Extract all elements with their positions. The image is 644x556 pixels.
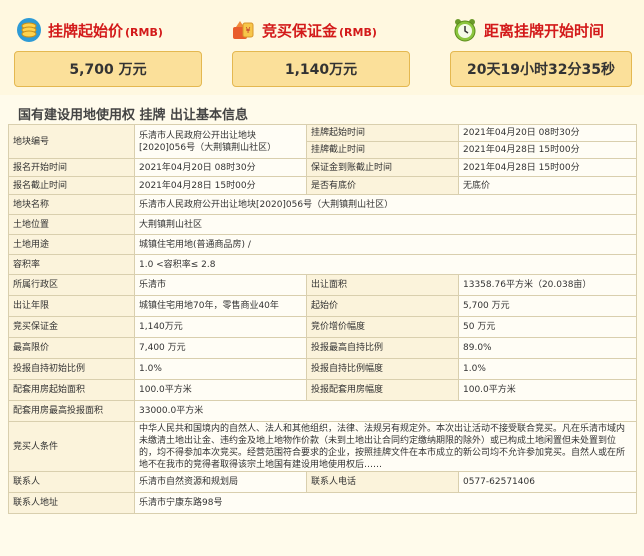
table-label: 竞买保证金 — [8, 316, 135, 338]
table-label: 报名截止时间 — [8, 176, 135, 195]
table-label: 地块编号 — [8, 124, 135, 159]
table-label: 是否有底价 — [306, 176, 459, 195]
table-value: 13358.76平方米（20.038亩） — [458, 274, 637, 296]
table-label: 投报最高自持比例 — [306, 337, 459, 359]
table-label: 起始价 — [306, 295, 459, 317]
table-label: 挂牌截止时间 — [306, 141, 459, 159]
table-value: 2021年04月20日 08时30分 — [458, 124, 637, 142]
table-row: 土地位置 大荆镇荆山社区 — [8, 214, 637, 235]
table-row: 地块编号 乐清市人民政府公开出让地块[2020]056号（大荆镇荆山社区） 挂牌… — [8, 124, 637, 159]
table-label: 联系人电话 — [306, 471, 459, 493]
table-label: 地块名称 — [8, 194, 135, 215]
table-label: 竞价增价幅度 — [306, 316, 459, 338]
table-row: 配套用房最高投报面积 33000.0平方米 — [8, 400, 637, 422]
table-row: 竞买保证金 1,140万元 竞价增价幅度 50 万元 — [8, 316, 637, 338]
table-label: 投报自持初始比例 — [8, 358, 135, 380]
table-label: 投报自持比例幅度 — [306, 358, 459, 380]
table-label: 容积率 — [8, 254, 135, 275]
table-row: 投报自持初始比例 1.0% 投报自持比例幅度 1.0% — [8, 358, 637, 380]
table-value: 大荆镇荆山社区 — [134, 214, 637, 235]
table-value: 乐清市自然资源和规划局 — [134, 471, 307, 493]
table-value: 乐清市 — [134, 274, 307, 296]
deposit-section: ¥ 竞买保证金 (RMB) — [228, 14, 428, 46]
table-row: 土地用途 城镇住宅用地(普通商品房) / — [8, 234, 637, 255]
svg-text:¥: ¥ — [245, 26, 250, 35]
table-row: 报名截止时间 2021年04月28日 15时00分 是否有底价 无底价 — [8, 176, 637, 195]
table-label: 配套用房起始面积 — [8, 379, 135, 401]
table-value: 100.0平方米 — [458, 379, 637, 401]
section-title: 国有建设用地使用权 挂牌 出让基本信息 — [18, 108, 249, 123]
table-value: 7,400 万元 — [134, 337, 307, 359]
table-value: 2021年04月28日 15时00分 — [134, 176, 307, 195]
alarm-clock-icon — [450, 15, 480, 45]
deposit-title: 竞买保证金 (RMB) — [262, 21, 377, 40]
table-value: 1.0% — [134, 358, 307, 380]
deposit-value: 1,140万元 — [232, 51, 410, 87]
table-row: 联系人 乐清市自然资源和规划局 联系人电话 0577-62571406 — [8, 471, 637, 493]
countdown-title: 距离挂牌开始时间 — [484, 21, 605, 40]
table-label: 出让面积 — [306, 274, 459, 296]
start-price-section: 挂牌起始价 (RMB) — [14, 14, 214, 46]
table-label: 投报配套用房幅度 — [306, 379, 459, 401]
table-label: 竞买人条件 — [8, 421, 135, 472]
land-info-table: 地块编号 乐清市人民政府公开出让地块[2020]056号（大荆镇荆山社区） 挂牌… — [8, 124, 637, 514]
table-value: 50 万元 — [458, 316, 637, 338]
table-label: 出让年限 — [8, 295, 135, 317]
table-value: 89.0% — [458, 337, 637, 359]
table-value: 乐清市宁康东路98号 — [134, 492, 637, 514]
table-label: 配套用房最高投报面积 — [8, 400, 135, 422]
table-label: 保证金到账截止时间 — [306, 158, 459, 177]
table-row: 报名开始时间 2021年04月20日 08时30分 保证金到账截止时间 2021… — [8, 158, 637, 177]
table-label: 联系人 — [8, 471, 135, 493]
table-row: 地块名称 乐清市人民政府公开出让地块[2020]056号（大荆镇荆山社区） — [8, 194, 637, 215]
table-row: 竞买人条件 中华人民共和国境内的自然人、法人和其他组织，法律、法规另有规定外。本… — [8, 421, 637, 472]
table-label: 挂牌起始时间 — [306, 124, 459, 142]
table-row: 联系人地址 乐清市宁康东路98号 — [8, 492, 637, 514]
bidder-conditions-text: 中华人民共和国境内的自然人、法人和其他组织，法律、法规另有规定外。本次出让活动不… — [134, 421, 637, 472]
start-price-value: 5,700 万元 — [14, 51, 202, 87]
table-value: 33000.0平方米 — [134, 400, 637, 422]
table-value: 2021年04月20日 08时30分 — [134, 158, 307, 177]
countdown-value: 20天19小时32分35秒 — [450, 51, 632, 87]
auction-summary-bar: 挂牌起始价 (RMB) 5,700 万元 ¥ 竞买保证金 (RMB) 1,140万元 — [0, 0, 644, 95]
table-value: 5,700 万元 — [458, 295, 637, 317]
table-value: 1,140万元 — [134, 316, 307, 338]
table-label: 土地位置 — [8, 214, 135, 235]
start-price-title: 挂牌起始价 (RMB) — [48, 21, 163, 40]
table-value: 100.0平方米 — [134, 379, 307, 401]
table-value: 城镇住宅用地(普通商品房) / — [134, 234, 637, 255]
table-row: 最高限价 7,400 万元 投报最高自持比例 89.0% — [8, 337, 637, 359]
table-row: 容积率 1.0 <容积率≤ 2.8 — [8, 254, 637, 275]
table-row: 所属行政区 乐清市 出让面积 13358.76平方米（20.038亩） — [8, 274, 637, 296]
table-value: 2021年04月28日 15时00分 — [458, 158, 637, 177]
table-label: 最高限价 — [8, 337, 135, 359]
table-value: 1.0 <容积率≤ 2.8 — [134, 254, 637, 275]
table-value: 乐清市人民政府公开出让地块[2020]056号（大荆镇荆山社区） — [134, 194, 637, 215]
table-label: 报名开始时间 — [8, 158, 135, 177]
table-label: 联系人地址 — [8, 492, 135, 514]
table-value: 乐清市人民政府公开出让地块[2020]056号（大荆镇荆山社区） — [134, 124, 307, 159]
table-value: 0577-62571406 — [458, 471, 637, 493]
table-value: 1.0% — [458, 358, 637, 380]
countdown-section: 距离挂牌开始时间 — [450, 14, 644, 46]
table-value: 城镇住宅用地70年，零售商业40年 — [134, 295, 307, 317]
table-row: 出让年限 城镇住宅用地70年，零售商业40年 起始价 5,700 万元 — [8, 295, 637, 317]
table-value: 2021年04月28日 15时00分 — [458, 141, 637, 159]
table-label: 土地用途 — [8, 234, 135, 255]
table-value: 无底价 — [458, 176, 637, 195]
table-label: 所属行政区 — [8, 274, 135, 296]
table-row: 配套用房起始面积 100.0平方米 投报配套用房幅度 100.0平方米 — [8, 379, 637, 401]
money-bag-icon: ¥ — [228, 15, 258, 45]
coin-stack-icon — [14, 15, 44, 45]
